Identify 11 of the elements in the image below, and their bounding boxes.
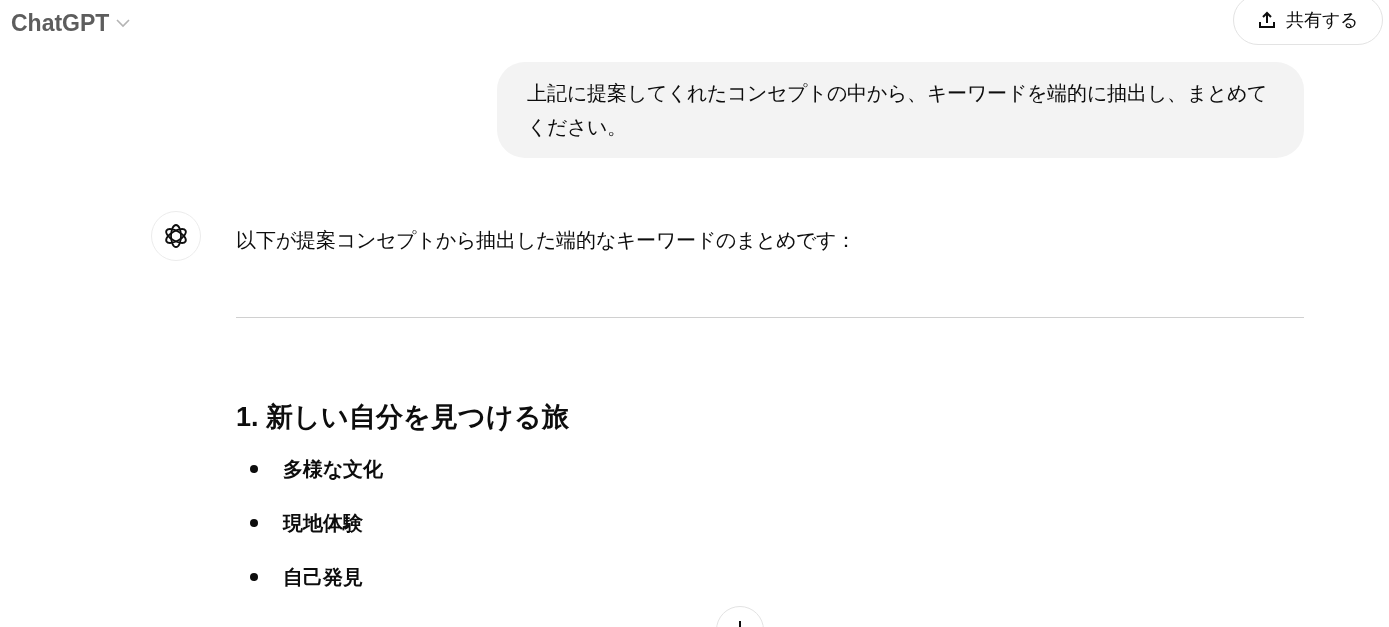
keyword-item: 現地体験	[283, 511, 363, 536]
bullet-icon	[250, 573, 258, 581]
keyword-item: 多様な文化	[283, 457, 383, 482]
model-selector[interactable]: ChatGPT	[11, 5, 132, 41]
assistant-message: 以下が提案コンセプトから抽出した端的なキーワードのまとめです：	[236, 228, 857, 253]
share-icon	[1258, 11, 1276, 29]
keyword-item: 自己発見	[283, 565, 363, 590]
bullet-icon	[250, 519, 258, 527]
user-message: 上記に提案してくれたコンセプトの中から、キーワードを端的に抽出し、まとめてください。	[497, 62, 1304, 158]
section-heading: 1. 新しい自分を見つける旅	[236, 401, 571, 434]
bullet-icon	[250, 465, 258, 473]
